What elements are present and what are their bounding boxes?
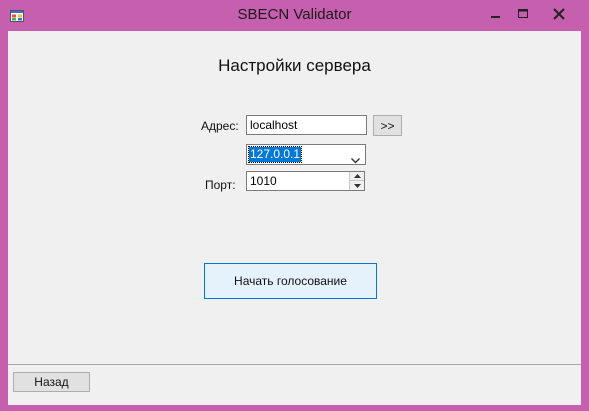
address-label: Адрес: [201,119,239,133]
main-panel: Настройки сервера Адрес: localhost >> 12… [8,31,581,364]
spin-buttons [349,172,364,190]
ip-address-select[interactable]: 127.0.0.1 [246,144,366,165]
port-label: Порт: [205,178,236,192]
maximize-icon[interactable] [513,6,533,22]
page-title: Настройки сервера [218,56,371,75]
triangle-up-icon[interactable] [350,172,364,181]
port-stepper[interactable]: 1010 [246,171,365,191]
app-window: SBECN Validator Настройки сервера Адрес:… [0,0,589,411]
chevron-down-icon[interactable] [351,151,360,164]
footer-panel: Назад [8,364,581,405]
address-input[interactable]: localhost [246,115,367,135]
address-go-button[interactable]: >> [373,115,402,136]
triangle-down-icon[interactable] [350,181,364,190]
close-icon[interactable] [540,6,578,22]
minimize-icon[interactable] [486,6,506,22]
port-value[interactable]: 1010 [250,174,277,188]
ip-selected-value: 127.0.0.1 [247,146,303,163]
back-button[interactable]: Назад [13,372,90,392]
start-vote-button[interactable]: Начать голосование [204,263,377,299]
title-bar[interactable]: SBECN Validator [0,0,589,31]
